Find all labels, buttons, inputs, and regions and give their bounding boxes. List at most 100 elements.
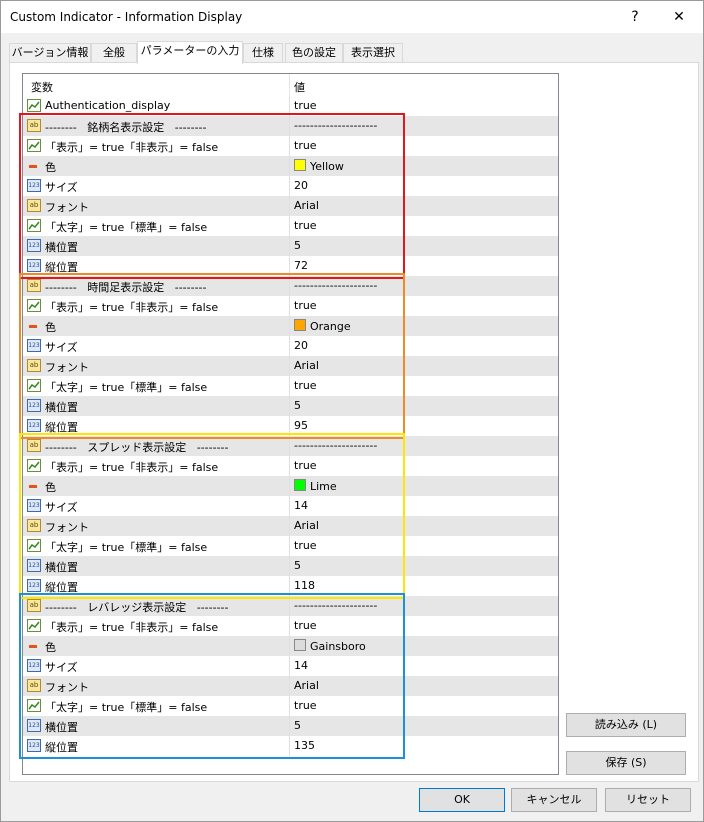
parameter-row[interactable]: 色 Lime xyxy=(23,476,558,496)
tab-version-info[interactable]: バージョン情報 xyxy=(9,43,91,62)
parameter-row[interactable]: 123 横位置 5 xyxy=(23,396,558,416)
parameter-value[interactable]: Lime xyxy=(294,479,337,493)
parameter-value-text: --------------------- xyxy=(294,119,378,132)
parameter-row[interactable]: 123 サイズ 20 xyxy=(23,336,558,356)
number-type-icon: 123 xyxy=(27,339,41,352)
save-button[interactable]: 保存 (S) xyxy=(566,751,686,775)
load-button[interactable]: 読み込み (L) xyxy=(566,713,686,737)
tab-general[interactable]: 全般 xyxy=(91,43,137,62)
column-header-variable[interactable]: 変数 xyxy=(31,79,53,95)
ok-button[interactable]: OK xyxy=(419,788,505,812)
parameter-row[interactable]: 「表示」= true「非表示」= false true xyxy=(23,136,558,156)
parameter-name: 「表示」= true「非表示」= false xyxy=(45,141,219,154)
number-type-icon: 123 xyxy=(27,399,41,412)
parameter-value[interactable]: Arial xyxy=(294,359,319,372)
parameter-value[interactable]: 20 xyxy=(294,179,308,192)
parameter-value[interactable]: 135 xyxy=(294,739,315,752)
parameter-value-text: true xyxy=(294,139,317,152)
parameter-value[interactable]: 95 xyxy=(294,419,308,432)
parameter-row[interactable]: ab -------- スプレッド表示設定 -------- -----------… xyxy=(23,436,558,456)
parameter-value[interactable]: true xyxy=(294,539,317,552)
parameter-value[interactable]: true xyxy=(294,459,317,472)
parameter-value[interactable]: true xyxy=(294,299,317,312)
parameter-value[interactable]: Gainsboro xyxy=(294,639,366,653)
parameter-name: -------- スプレッド表示設定 -------- xyxy=(45,441,229,454)
parameter-value[interactable]: 5 xyxy=(294,239,301,252)
help-button[interactable]: ? xyxy=(613,5,657,29)
parameter-row[interactable]: 色 Gainsboro xyxy=(23,636,558,656)
parameter-row[interactable]: 「太字」= true「標準」= false true xyxy=(23,376,558,396)
parameter-value[interactable]: 14 xyxy=(294,499,308,512)
tab-specification[interactable]: 仕様 xyxy=(243,43,283,62)
boolean-type-icon xyxy=(27,619,41,632)
parameter-value[interactable]: true xyxy=(294,99,317,112)
parameter-value[interactable]: 14 xyxy=(294,659,308,672)
parameter-row[interactable]: 色 Yellow xyxy=(23,156,558,176)
parameter-value[interactable]: true xyxy=(294,699,317,712)
parameter-row[interactable]: 123 縦位置 72 xyxy=(23,256,558,276)
parameter-value[interactable]: 118 xyxy=(294,579,315,592)
parameter-row[interactable]: ab -------- レバレッジ表示設定 -------- -----------… xyxy=(23,596,558,616)
parameter-row[interactable]: 123 サイズ 20 xyxy=(23,176,558,196)
boolean-type-icon xyxy=(27,299,41,312)
tab-visualization[interactable]: 表示選択 xyxy=(343,43,403,62)
close-button[interactable]: ✕ xyxy=(657,5,701,29)
tab-input-parameters[interactable]: パラメーターの入力 xyxy=(137,41,243,64)
cell-divider xyxy=(289,656,290,676)
parameter-value[interactable]: 5 xyxy=(294,399,301,412)
parameter-value-text: Arial xyxy=(294,359,319,372)
reset-button[interactable]: リセット xyxy=(605,788,691,812)
parameter-value[interactable]: true xyxy=(294,139,317,152)
parameter-row[interactable]: 「表示」= true「非表示」= false true xyxy=(23,616,558,636)
boolean-type-icon xyxy=(27,219,41,232)
parameter-value[interactable]: Arial xyxy=(294,199,319,212)
parameter-row[interactable]: 「太字」= true「標準」= false true xyxy=(23,536,558,556)
tab-color-settings[interactable]: 色の設定 xyxy=(285,43,343,62)
parameter-row[interactable]: 123 横位置 5 xyxy=(23,556,558,576)
parameter-value[interactable]: 72 xyxy=(294,259,308,272)
parameter-value[interactable]: Yellow xyxy=(294,159,344,173)
parameter-row[interactable]: ab フォント Arial xyxy=(23,196,558,216)
parameter-value[interactable]: Arial xyxy=(294,519,319,532)
parameter-row[interactable]: 「表示」= true「非表示」= false true xyxy=(23,456,558,476)
parameter-value[interactable]: --------------------- xyxy=(294,119,377,132)
parameter-value[interactable]: --------------------- xyxy=(294,439,377,452)
parameter-value[interactable]: Orange xyxy=(294,319,351,333)
parameter-row[interactable]: ab -------- 銘柄名表示設定 -------- -------------… xyxy=(23,116,558,136)
parameter-value[interactable]: true xyxy=(294,379,317,392)
parameter-value[interactable]: 20 xyxy=(294,339,308,352)
parameter-row[interactable]: Authentication_display true xyxy=(23,96,558,116)
parameter-value-text: Arial xyxy=(294,519,319,532)
parameter-row[interactable]: 123 縦位置 118 xyxy=(23,576,558,596)
parameter-row[interactable]: 123 サイズ 14 xyxy=(23,496,558,516)
parameter-row[interactable]: ab フォント Arial xyxy=(23,356,558,376)
parameter-name: フォント xyxy=(45,681,89,694)
column-header-value[interactable]: 値 xyxy=(294,79,305,95)
parameter-row[interactable]: 色 Orange xyxy=(23,316,558,336)
parameter-row[interactable]: 123 縦位置 135 xyxy=(23,736,558,756)
parameter-value[interactable]: --------------------- xyxy=(294,279,377,292)
parameter-row[interactable]: 123 横位置 5 xyxy=(23,716,558,736)
parameter-row[interactable]: 「表示」= true「非表示」= false true xyxy=(23,296,558,316)
cancel-button[interactable]: キャンセル xyxy=(511,788,597,812)
parameter-row[interactable]: ab フォント Arial xyxy=(23,676,558,696)
column-divider[interactable] xyxy=(289,74,290,96)
parameter-value[interactable]: true xyxy=(294,219,317,232)
parameter-value[interactable]: 5 xyxy=(294,559,301,572)
parameter-value[interactable]: Arial xyxy=(294,679,319,692)
boolean-type-icon xyxy=(27,699,41,712)
boolean-type-icon xyxy=(27,539,41,552)
cell-divider xyxy=(289,96,290,116)
parameter-row[interactable]: 123 サイズ 14 xyxy=(23,656,558,676)
parameter-row[interactable]: ab -------- 時間足表示設定 -------- -------------… xyxy=(23,276,558,296)
parameter-row[interactable]: 「太字」= true「標準」= false true xyxy=(23,216,558,236)
parameter-name: 「太字」= true「標準」= false xyxy=(45,221,208,234)
parameter-row[interactable]: ab フォント Arial xyxy=(23,516,558,536)
parameter-row[interactable]: 123 縦位置 95 xyxy=(23,416,558,436)
parameter-name: フォント xyxy=(45,201,89,214)
parameter-row[interactable]: 「太字」= true「標準」= false true xyxy=(23,696,558,716)
parameter-value[interactable]: true xyxy=(294,619,317,632)
parameter-value[interactable]: --------------------- xyxy=(294,599,377,612)
parameter-value[interactable]: 5 xyxy=(294,719,301,732)
parameter-row[interactable]: 123 横位置 5 xyxy=(23,236,558,256)
